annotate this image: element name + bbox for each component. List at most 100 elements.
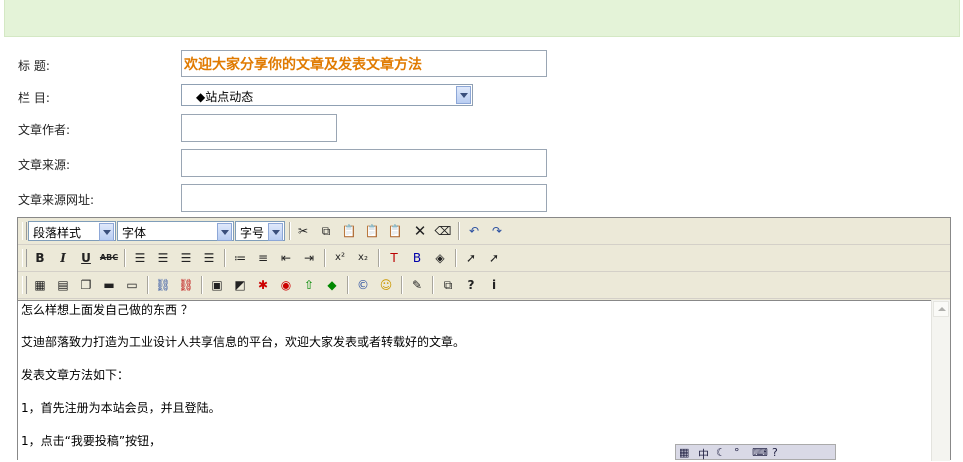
toolbar-grip[interactable] xyxy=(22,249,27,267)
toolbar-grip[interactable] xyxy=(22,276,27,294)
title-input[interactable]: 欢迎大家分享你的文章及发表文章方法 xyxy=(181,50,547,77)
font-select[interactable]: 字体 xyxy=(117,221,234,241)
align-justify-icon[interactable]: ☰ xyxy=(199,248,219,268)
editor-content-area[interactable]: 怎么样想上面发自己做的东西 ？ 艾迪部落致力打造为工业设计人共享信息的平台，欢迎… xyxy=(18,300,932,462)
ime-keyboard-icon[interactable]: ⌨ xyxy=(752,446,768,459)
chevron-down-icon[interactable] xyxy=(456,86,471,104)
align-center-icon[interactable]: ☰ xyxy=(153,248,173,268)
horizontal-rule-icon[interactable]: ▬ xyxy=(99,275,119,295)
toolbar-separator xyxy=(224,249,226,267)
bold-button[interactable]: B xyxy=(30,248,50,268)
text-color-icon[interactable]: T xyxy=(384,248,404,268)
cut-icon[interactable]: ✂ xyxy=(293,221,313,241)
ime-moon-icon[interactable]: ☾ xyxy=(716,446,726,459)
delete-icon[interactable]: ✕ xyxy=(410,221,430,241)
toolbar-separator xyxy=(378,249,380,267)
copy-icon[interactable]: ⧉ xyxy=(316,221,336,241)
author-input[interactable] xyxy=(181,114,337,142)
chevron-down-icon[interactable] xyxy=(268,223,283,241)
document-icon[interactable]: ❐ xyxy=(76,275,96,295)
strikethrough-button[interactable]: ABC xyxy=(99,248,119,268)
toolbar-separator xyxy=(324,249,326,267)
redo-icon[interactable]: ↷ xyxy=(487,221,507,241)
toolbar-separator xyxy=(147,276,149,294)
ime-help-icon[interactable]: ? xyxy=(772,446,778,459)
ordered-list-icon[interactable]: ≔ xyxy=(230,248,250,268)
source-url-label: 文章来源网址: xyxy=(18,193,95,207)
toolbar-separator xyxy=(401,276,403,294)
paste-text-icon[interactable]: 📋 xyxy=(362,221,382,241)
author-label: 文章作者: xyxy=(18,123,71,137)
media-icon[interactable]: ◉ xyxy=(276,275,296,295)
unlink-icon[interactable]: ⛓ xyxy=(176,275,196,295)
undo-icon[interactable]: ↶ xyxy=(464,221,484,241)
toolbar-grip[interactable] xyxy=(22,222,27,240)
content-line: 发表文章方法如下： xyxy=(21,368,130,382)
content-line: 艾迪部落致力打造为工业设计人共享信息的平台，欢迎大家发表或者转载好的文章。 xyxy=(21,335,466,349)
select-pointer-icon[interactable]: ➚ xyxy=(461,248,481,268)
toolbar-separator xyxy=(124,249,126,267)
content-line: 怎么样想上面发自己做的东西 ？ xyxy=(21,303,193,317)
form-icon[interactable]: ▤ xyxy=(53,275,73,295)
special-char-icon[interactable]: ✱ xyxy=(253,275,273,295)
chevron-down-icon[interactable] xyxy=(99,223,114,241)
unordered-list-icon[interactable]: ≡ xyxy=(253,248,273,268)
table-icon[interactable]: ▦ xyxy=(30,275,50,295)
indent-icon[interactable]: ⇥ xyxy=(299,248,319,268)
upload-icon[interactable]: ⇧ xyxy=(299,275,319,295)
subscript-button[interactable]: x₂ xyxy=(353,248,373,268)
paste-word-icon[interactable]: 📋 xyxy=(385,221,405,241)
align-left-icon[interactable]: ☰ xyxy=(130,248,150,268)
toolbar-row-3: ▦ ▤ ❐ ▬ ▭ ⛓ ⛓ ▣ ◩ ✱ ◉ ⇧ ◆ © ☺ ✎ ⧉ ? i xyxy=(18,272,950,299)
paste-icon[interactable]: 📋 xyxy=(339,221,359,241)
font-value: 字体 xyxy=(122,226,147,240)
download-icon[interactable]: ◆ xyxy=(322,275,342,295)
font-size-value: 字号 xyxy=(240,226,265,240)
paragraph-style-value: 段落样式 xyxy=(33,226,82,240)
link-icon[interactable]: ⛓ xyxy=(153,275,173,295)
align-right-icon[interactable]: ☰ xyxy=(176,248,196,268)
toolbar-separator xyxy=(458,222,460,240)
copyright-icon[interactable]: © xyxy=(353,275,373,295)
ime-punct-icon[interactable]: ° xyxy=(734,446,740,459)
toolbar-separator xyxy=(347,276,349,294)
editor-scrollbar[interactable] xyxy=(931,300,950,461)
source-label: 文章来源: xyxy=(18,158,71,172)
ime-logo-icon: ▦ xyxy=(679,446,690,459)
source-input[interactable] xyxy=(181,149,547,177)
ime-toolbar[interactable]: ▦ 中 ☾ ° ⌨ ? xyxy=(675,444,836,461)
flash-icon[interactable]: ◩ xyxy=(230,275,250,295)
source-url-input[interactable] xyxy=(181,184,547,212)
font-size-select[interactable]: 字号 xyxy=(235,221,285,241)
title-label: 标 题: xyxy=(18,59,50,73)
top-header-band xyxy=(4,0,960,37)
superscript-button[interactable]: x² xyxy=(330,248,350,268)
chevron-down-icon[interactable] xyxy=(217,223,232,241)
absolute-position-icon[interactable]: ➚ xyxy=(484,248,504,268)
eraser-icon[interactable]: ⌫ xyxy=(433,221,453,241)
background-color-icon[interactable]: B xyxy=(407,248,427,268)
image-icon[interactable]: ▣ xyxy=(207,275,227,295)
maximize-icon[interactable]: ⧉ xyxy=(438,275,458,295)
marquee-icon[interactable]: ▭ xyxy=(122,275,142,295)
column-select-value: ◆站点动态 xyxy=(196,90,254,104)
toolbar-separator xyxy=(289,222,291,240)
italic-button[interactable]: I xyxy=(53,248,73,268)
content-line: 1，点击“我要投稿”按钮， xyxy=(21,434,162,448)
help-icon[interactable]: ? xyxy=(461,275,481,295)
paragraph-style-select[interactable]: 段落样式 xyxy=(28,221,116,241)
format-painter-icon[interactable]: ◈ xyxy=(430,248,450,268)
outdent-icon[interactable]: ⇤ xyxy=(276,248,296,268)
about-icon[interactable]: i xyxy=(484,275,504,295)
column-select[interactable]: ◆站点动态 xyxy=(181,84,473,106)
underline-button[interactable]: U xyxy=(76,248,96,268)
scroll-up-icon[interactable] xyxy=(933,301,949,317)
toolbar-row-1: 段落样式 字体 字号 ✂ ⧉ 📋 📋 📋 ✕ ⌫ ↶ ↷ xyxy=(18,218,950,245)
rich-text-editor: 段落样式 字体 字号 ✂ ⧉ 📋 📋 📋 ✕ ⌫ ↶ ↷ B I U ABC ☰… xyxy=(17,217,951,462)
toolbar-separator xyxy=(432,276,434,294)
emoticon-icon[interactable]: ☺ xyxy=(376,275,396,295)
content-line: 1，首先注册为本站会员，并且登陆。 xyxy=(21,401,221,415)
edit-source-icon[interactable]: ✎ xyxy=(407,275,427,295)
toolbar-separator xyxy=(455,249,457,267)
column-label: 栏 目: xyxy=(18,91,50,105)
